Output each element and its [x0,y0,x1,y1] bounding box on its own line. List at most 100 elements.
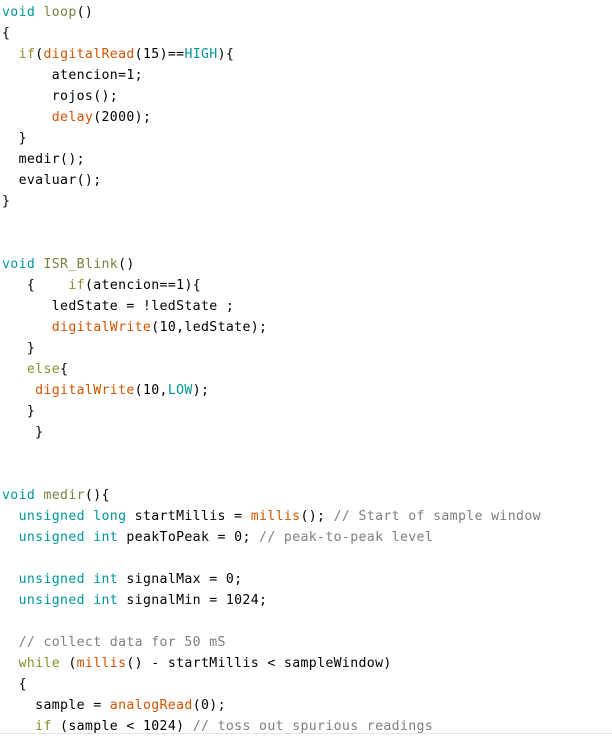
token-builtin: digitalWrite [51,320,152,335]
token-fn: ISR_Blink [43,257,119,272]
token-punct: )== [159,47,185,62]
token-fn: medir [43,488,85,503]
token-plain: (sample < [51,719,143,734]
token-punct: (){ [84,488,110,503]
token-kw: void [2,257,36,272]
token-num: 0 [225,572,235,587]
code-line: ledState = !ledState ; [0,296,612,317]
token-punct: ( [192,698,201,713]
token-kw: void [2,5,36,20]
code-line: // collect data for 50 mS [0,632,612,653]
code-line: medir(); [0,149,612,170]
token-plain: rojos(); [51,89,119,104]
code-line: void ISR_Blink() [0,254,612,275]
token-num: 2000 [101,110,135,125]
token-ctrl: while [18,656,61,671]
token-punct: ) [176,719,193,734]
token-plain: - startMillis < sampleWindow) [142,656,392,671]
code-line: } [0,128,612,149]
code-line: unsigned int signalMin = 1024; [0,590,612,611]
token-punct: ; [242,530,260,545]
token-plain: ( [60,656,77,671]
code-line: void loop() [0,2,612,23]
code-line: rojos(); [0,86,612,107]
token-punct: () [76,5,94,20]
token-punct: , [159,383,168,398]
code-line: delay(2000); [0,107,612,128]
bottom-divider [0,733,612,734]
token-comment: // collect data for 50 mS [18,635,226,650]
token-comment: // Start of sample window [333,509,541,524]
token-punct: { [18,677,27,692]
token-kw: unsigned int [18,530,119,545]
token-punct: } [26,404,36,419]
token-plain: signalMax = [118,572,226,587]
code-lines-container: void loop(){ if(digitalRead(15)==HIGH){ … [0,2,612,738]
token-punct: ){ [184,278,202,293]
token-ctrl: if [68,278,85,293]
token-builtin: delay [51,110,94,125]
token-builtin: digitalWrite [35,383,135,398]
token-ctrl: else [26,362,61,377]
token-punct: { [2,26,11,41]
token-punct: (); [300,509,334,524]
code-line: else{ [0,359,612,380]
code-line: void medir(){ [0,485,612,506]
token-kw: unsigned int [18,593,119,608]
token-num: 10 [159,320,177,335]
token-plain: evaluar(); [18,173,102,188]
token-punct: ); [192,383,210,398]
token-builtin: millis [76,656,127,671]
token-punct: } [35,425,44,440]
code-line: evaluar(); [0,170,612,191]
token-num: 10 [142,383,160,398]
token-plain: signalMin = [118,593,226,608]
token-punct: ( [84,278,94,293]
token-plain: ledState = !ledState ; [51,299,235,314]
code-line: digitalWrite(10,ledState); [0,317,612,338]
code-line: atencion=1; [0,65,612,86]
token-punct: () [126,656,143,671]
token-ctrl: if [18,47,36,62]
token-fn: loop [43,5,77,20]
token-num: 15 [142,47,160,62]
token-plain: peakToPeak = [118,530,235,545]
token-plain: atencion=1; [51,68,143,83]
token-builtin: millis [250,509,301,524]
code-line: sample = analogRead(0); [0,695,612,716]
token-plain: medir(); [18,152,85,167]
token-comment: // peak-to-peak level [259,530,434,545]
token-punct: } [2,194,11,209]
token-kw: LOW [167,383,193,398]
token-punct: ); [250,320,268,335]
code-line: { [0,23,612,44]
token-builtin: digitalRead [43,47,135,62]
token-punct: } [26,341,36,356]
token-punct: } [18,131,27,146]
token-punct: ; [234,572,243,587]
